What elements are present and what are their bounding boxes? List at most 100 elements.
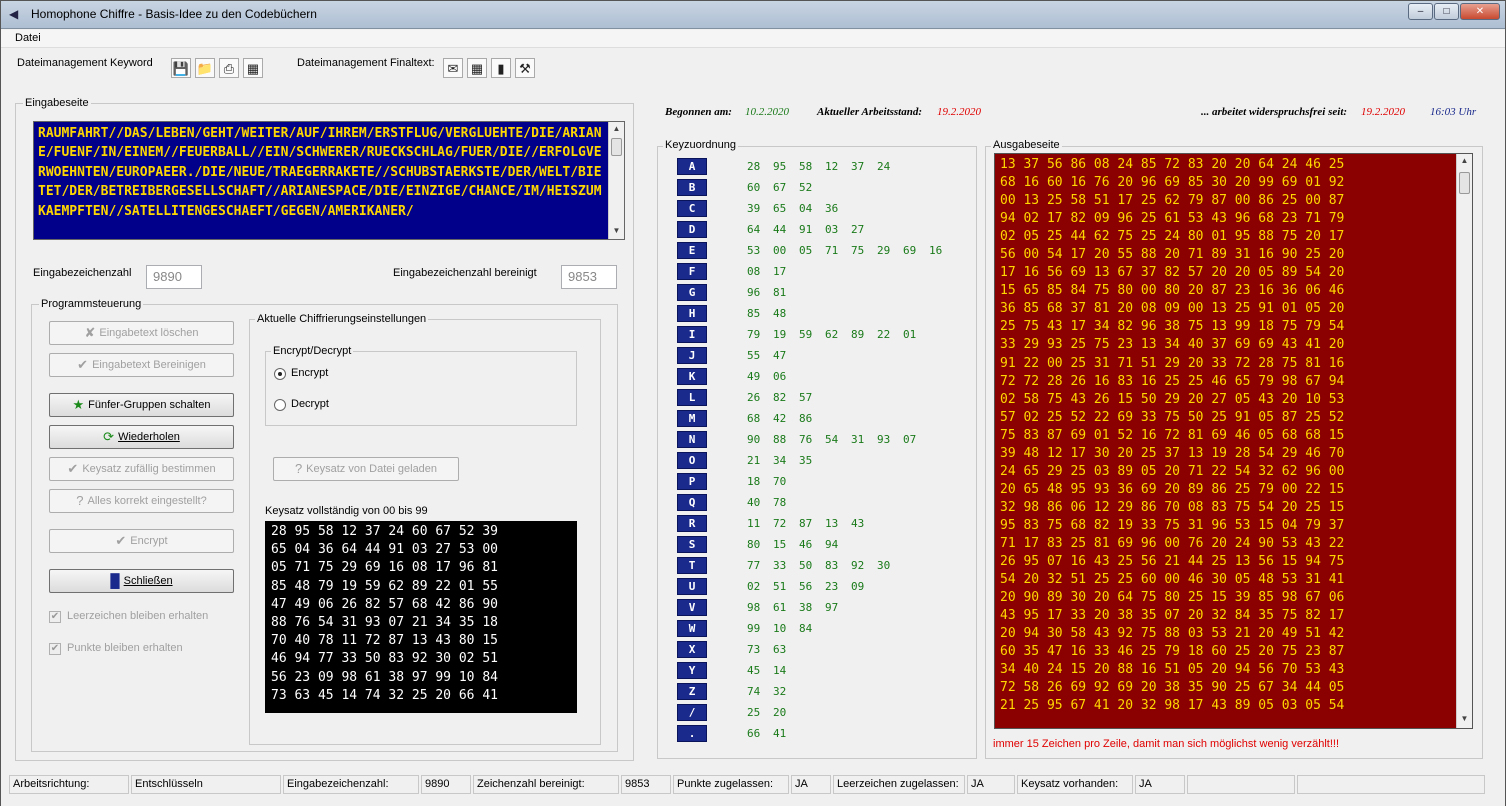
- key-letter: N: [677, 431, 707, 448]
- keysatz-line: 46 94 77 33 50 83 92 30 02 51: [271, 651, 498, 667]
- open-folder-icon[interactable]: 📁: [195, 58, 215, 78]
- leerzeichen-checkbox[interactable]: ✔: [49, 611, 61, 623]
- status-bar: Arbeitsrichtung: Entschlüsseln Eingabeze…: [1, 773, 1505, 806]
- wiederholen-button[interactable]: ⟳ Wiederholen: [49, 425, 234, 449]
- key-codes: 68 42 86: [747, 412, 825, 425]
- scroll-thumb[interactable]: [1459, 172, 1470, 194]
- key-code: 70: [773, 475, 787, 488]
- key-code: 07: [903, 433, 917, 446]
- scroll-thumb[interactable]: [611, 138, 622, 156]
- checkmark-icon: ✔: [115, 533, 127, 548]
- output-scrollbar[interactable]: ▲ ▼: [1456, 154, 1472, 728]
- output-text-area[interactable]: 13 37 56 86 08 24 85 72 83 20 20 64 24 4…: [994, 153, 1473, 729]
- output-line: 25 75 43 17 34 82 96 38 75 13 99 18 75 7…: [1000, 319, 1345, 335]
- key-code: 83: [825, 559, 839, 572]
- print-icon[interactable]: ⎙: [219, 58, 239, 78]
- scroll-up-icon[interactable]: ▲: [609, 124, 624, 133]
- keysatz-line: 47 49 06 26 82 57 68 42 86 90: [271, 596, 498, 612]
- key-code: 25: [747, 706, 761, 719]
- key-code: 36: [825, 202, 839, 215]
- key-code: 56: [799, 580, 813, 593]
- input-scrollbar[interactable]: ▲ ▼: [608, 122, 624, 239]
- save-icon[interactable]: 💾: [171, 58, 191, 78]
- status-zeichen-label: Eingabezeichenzahl:: [283, 775, 419, 794]
- key-codes: 40 78: [747, 496, 799, 509]
- output-line: 17 16 56 69 13 67 37 82 57 20 20 05 89 5…: [1000, 265, 1345, 281]
- input-text-area[interactable]: RAUMFAHRT//DAS/LEBEN/GEHT/WEITER/AUF/IHR…: [33, 121, 625, 240]
- encrypt-radio[interactable]: [274, 368, 286, 380]
- checkmark-icon: ✔: [67, 461, 79, 476]
- key-letter: F: [677, 263, 707, 280]
- window-title: Homophone Chiffre - Basis-Idee zu den Co…: [31, 7, 317, 21]
- eingabetext-loeschen-label: Eingabetext löschen: [99, 327, 199, 339]
- scroll-up-icon[interactable]: ▲: [1457, 156, 1472, 165]
- keyzuordnung-legend: Keyzuordnung: [663, 139, 738, 151]
- key-code: 05: [799, 244, 813, 257]
- key-code: 75: [851, 244, 865, 257]
- key-codes: 73 63: [747, 643, 799, 656]
- decrypt-radio[interactable]: [274, 399, 286, 411]
- scroll-down-icon[interactable]: ▼: [609, 226, 624, 235]
- status-leer-value: JA: [967, 775, 1015, 794]
- key-code: 51: [773, 580, 787, 593]
- punkte-checkbox[interactable]: ✔: [49, 643, 61, 655]
- key-letter: V: [677, 599, 707, 616]
- fuenfer-gruppen-button[interactable]: ★ Fünfer-Gruppen schalten: [49, 393, 234, 417]
- key-code: 26: [747, 391, 761, 404]
- key-code: 49: [747, 370, 761, 383]
- keysatz-zufaellig-button[interactable]: ✔ Keysatz zufällig bestimmen: [49, 457, 234, 481]
- tools-icon[interactable]: ⚒: [515, 58, 535, 78]
- output-line: 72 58 26 69 92 69 20 38 35 90 25 67 34 4…: [1000, 680, 1345, 696]
- status-leer-label: Leerzeichen zugelassen:: [833, 775, 965, 794]
- close-button[interactable]: ✕: [1460, 3, 1500, 20]
- key-code: 60: [747, 181, 761, 194]
- key-code: 97: [825, 601, 839, 614]
- finaltext-toolbar-label: Dateimanagement Finaltext:: [297, 57, 435, 69]
- encrypt-button[interactable]: ✔ Encrypt: [49, 529, 234, 553]
- ausgabe-hint: immer 15 Zeichen pro Zeile, damit man si…: [993, 738, 1340, 750]
- menu-datei[interactable]: Datei: [15, 32, 41, 44]
- scroll-down-icon[interactable]: ▼: [1457, 714, 1472, 723]
- key-code: 84: [799, 622, 813, 635]
- key-code: 35: [799, 454, 813, 467]
- key-code: 44: [773, 223, 787, 236]
- key-code: 55: [747, 349, 761, 362]
- output-line: 39 48 12 17 30 20 25 37 13 19 28 54 29 4…: [1000, 445, 1345, 461]
- keysatz-line: 28 95 58 12 37 24 60 67 52 39: [271, 524, 498, 539]
- key-code: 58: [799, 160, 813, 173]
- status-keysatz-value: JA: [1135, 775, 1185, 794]
- key-code: 61: [773, 601, 787, 614]
- eingabetext-bereinigen-button[interactable]: ✔ Eingabetext Bereinigen: [49, 353, 234, 377]
- key-code: 03: [825, 223, 839, 236]
- checkmark-icon: ✔: [77, 357, 89, 372]
- keysatz-datei-label: Keysatz von Datei geladen: [306, 463, 438, 475]
- table-icon[interactable]: ▦: [467, 58, 487, 78]
- key-codes: 02 51 56 23 09: [747, 580, 877, 593]
- eingabetext-loeschen-button[interactable]: ✘ Eingabetext löschen: [49, 321, 234, 345]
- arbeitsstand-label: Aktueller Arbeitsstand:: [817, 106, 923, 118]
- key-code: 20: [773, 706, 787, 719]
- maximize-button[interactable]: □: [1434, 3, 1459, 20]
- key-codes: 18 70: [747, 475, 799, 488]
- minimize-button[interactable]: –: [1408, 3, 1433, 20]
- keysatz-datei-button[interactable]: ? Keysatz von Datei geladen: [273, 457, 459, 481]
- arbeitsstand-date: 19.2.2020: [937, 106, 981, 118]
- eingabezeichenzahl-field[interactable]: 9890: [146, 265, 202, 289]
- chart-icon[interactable]: ▮: [491, 58, 511, 78]
- key-code: 50: [799, 559, 813, 572]
- mail-icon[interactable]: ✉: [443, 58, 463, 78]
- schliessen-button[interactable]: █ Schließen: [49, 569, 234, 593]
- bereinigt-field[interactable]: 9853: [561, 265, 617, 289]
- key-code: 18: [747, 475, 761, 488]
- key-codes: 99 10 84: [747, 622, 825, 635]
- encrypt-decrypt-group: [265, 351, 577, 426]
- key-code: 93: [877, 433, 891, 446]
- key-codes: 64 44 91 03 27: [747, 223, 877, 236]
- key-letter: T: [677, 557, 707, 574]
- key-code: 02: [747, 580, 761, 593]
- key-code: 78: [773, 496, 787, 509]
- encrypt-radio-label: Encrypt: [291, 367, 329, 379]
- alles-korrekt-button[interactable]: ? Alles korrekt eingestellt?: [49, 489, 234, 513]
- print-preview-icon[interactable]: ▦: [243, 58, 263, 78]
- output-line: 57 02 25 52 22 69 33 75 50 25 91 05 87 2…: [1000, 409, 1345, 425]
